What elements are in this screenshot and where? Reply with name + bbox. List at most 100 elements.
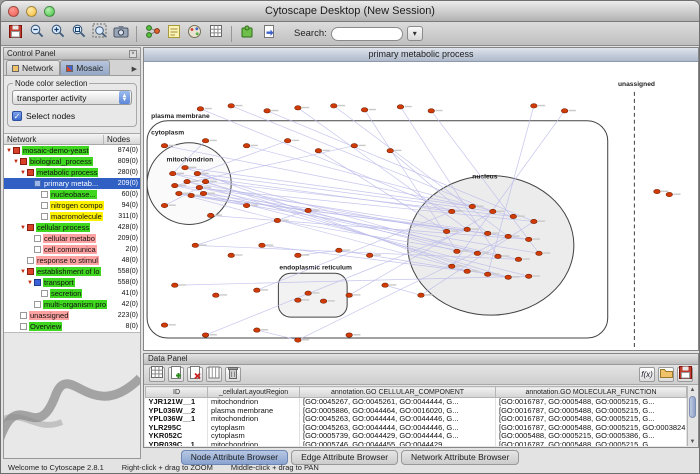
- graph-node[interactable]: [171, 183, 178, 187]
- graph-node[interactable]: [200, 191, 207, 195]
- search-config-button[interactable]: ▾: [407, 26, 423, 41]
- graph-node[interactable]: [448, 264, 455, 268]
- graph-node[interactable]: [525, 274, 532, 278]
- graph-node[interactable]: [197, 107, 204, 111]
- table-cell[interactable]: mitochondrion: [208, 398, 300, 407]
- clear-attribute-icon[interactable]: [206, 367, 222, 382]
- graph-node[interactable]: [184, 179, 191, 183]
- graph-node[interactable]: [243, 144, 250, 148]
- graph-node[interactable]: [531, 219, 538, 223]
- graph-node[interactable]: [169, 171, 176, 175]
- graph-node[interactable]: [182, 165, 189, 169]
- table-row[interactable]: YDR039C__1mitochondrion[GO:0005746, GO:0…: [146, 441, 687, 447]
- table-cell[interactable]: YJR121W__1: [146, 398, 208, 407]
- table-row[interactable]: YPL036W__2plasma membrane[GO:0005886, GO…: [146, 407, 687, 416]
- table-cell[interactable]: [GO:0005739, GO:0044429, GO:0044444, G..…: [300, 432, 496, 441]
- graph-node[interactable]: [295, 253, 302, 257]
- graph-node[interactable]: [254, 328, 261, 332]
- create-attribute-icon[interactable]: [168, 367, 184, 382]
- graph-node[interactable]: [418, 293, 425, 297]
- graph-node[interactable]: [484, 231, 491, 235]
- table-cell[interactable]: YKR052C: [146, 432, 208, 441]
- graph-node[interactable]: [454, 249, 461, 253]
- scroll-up-icon[interactable]: ▲: [688, 387, 697, 393]
- scrollbar-thumb[interactable]: [689, 396, 696, 418]
- tree-row[interactable]: primary metab...209(0): [4, 178, 140, 189]
- table-cell[interactable]: YPL036W__1: [146, 415, 208, 424]
- expand-arrow-icon[interactable]: ▼: [13, 159, 20, 165]
- tree-row[interactable]: ▼biological_process809(0): [4, 156, 140, 167]
- search-input[interactable]: [331, 27, 403, 41]
- graph-node[interactable]: [531, 104, 538, 108]
- graph-node[interactable]: [397, 105, 404, 109]
- zoom-out-button[interactable]: [27, 24, 46, 43]
- zoom-button[interactable]: [44, 6, 55, 17]
- graph-node[interactable]: [243, 203, 250, 207]
- graph-node[interactable]: [387, 149, 394, 153]
- table-row[interactable]: YPL036W__1mitochondrion[GO:0045263, GO:0…: [146, 415, 687, 424]
- graph-node[interactable]: [194, 171, 201, 175]
- graph-node[interactable]: [207, 213, 214, 217]
- tab-mosaic[interactable]: Mosaic: [60, 60, 110, 75]
- graph-node[interactable]: [382, 283, 389, 287]
- table-cell[interactable]: YLR295C: [146, 424, 208, 433]
- graph-node[interactable]: [474, 251, 481, 255]
- tree-row[interactable]: unassigned223(0): [4, 310, 140, 321]
- graph-node[interactable]: [305, 208, 312, 212]
- graph-node[interactable]: [666, 192, 673, 196]
- table-row[interactable]: YLR295Ccytoplasm[GO:0045263, GO:0044444,…: [146, 424, 687, 433]
- graph-node[interactable]: [295, 338, 302, 342]
- graph-edge[interactable]: [298, 108, 467, 230]
- graph-node[interactable]: [464, 269, 471, 273]
- expand-arrow-icon[interactable]: ▼: [6, 148, 13, 154]
- tree-row[interactable]: cellular metabo209(0): [4, 233, 140, 244]
- table-cell[interactable]: [GO:0045263, GO:0044444, GO:0044446, G..…: [300, 424, 496, 433]
- graph-node[interactable]: [361, 108, 368, 112]
- graph-node[interactable]: [484, 272, 491, 276]
- network-canvas[interactable]: plasma membranecytoplasmmitochondrionnuc…: [144, 62, 698, 350]
- table-cell[interactable]: YPL036W__2: [146, 407, 208, 416]
- graph-node[interactable]: [192, 243, 199, 247]
- tree-row[interactable]: Overview8(0): [4, 321, 140, 332]
- tree-row[interactable]: ▼metabolic process280(0): [4, 167, 140, 178]
- expand-arrow-icon[interactable]: ▼: [20, 225, 27, 231]
- graph-node[interactable]: [264, 109, 271, 113]
- table-row[interactable]: YKR052Ccytoplasm[GO:0005739, GO:0044429,…: [146, 432, 687, 441]
- expand-arrow-icon[interactable]: ▼: [20, 170, 27, 176]
- tree-col-nodes[interactable]: Nodes: [104, 135, 140, 144]
- expand-arrow-icon[interactable]: ▼: [20, 269, 27, 275]
- graph-node[interactable]: [515, 257, 522, 261]
- graph-node[interactable]: [228, 104, 235, 108]
- graph-node[interactable]: [510, 214, 517, 218]
- graph-node[interactable]: [561, 109, 568, 113]
- close-button[interactable]: [8, 6, 19, 17]
- open-table-icon[interactable]: [658, 367, 674, 382]
- graph-node[interactable]: [161, 144, 168, 148]
- col-id[interactable]: ID: [146, 387, 208, 398]
- table-cell[interactable]: [GO:0005746, GO:0044455, GO:0044429, ...: [300, 441, 496, 447]
- table-cell[interactable]: cytoplasm: [208, 432, 300, 441]
- tree-row[interactable]: multi-organism pro42(0): [4, 299, 140, 310]
- graph-node[interactable]: [331, 104, 338, 108]
- table-cell[interactable]: [GO:0016787, GO:0005488, GO:0005215, G..…: [496, 441, 687, 447]
- table-cell[interactable]: [GO:0045263, GO:0044444, GO:0044446, G..…: [300, 415, 496, 424]
- graph-node[interactable]: [254, 288, 261, 292]
- table-cell[interactable]: plasma membrane: [208, 407, 300, 416]
- zoom-fit-button[interactable]: [90, 24, 109, 43]
- plugins-button[interactable]: [238, 24, 257, 43]
- col-cellular-component[interactable]: annotation.GO CELLULAR_COMPONENT: [300, 387, 496, 398]
- table-row[interactable]: YJR121W__1mitochondrion[GO:0045267, GO:0…: [146, 398, 687, 407]
- graph-edge[interactable]: [385, 285, 421, 295]
- tree-row[interactable]: ▼establishment of lo558(0): [4, 266, 140, 277]
- table-cell[interactable]: cytoplasm: [208, 424, 300, 433]
- network-button[interactable]: [143, 24, 162, 43]
- graph-node[interactable]: [346, 333, 353, 337]
- graph-node[interactable]: [202, 179, 209, 183]
- select-attributes-icon[interactable]: [149, 367, 165, 382]
- tree-row[interactable]: cell communica2(0): [4, 244, 140, 255]
- graph-node[interactable]: [161, 203, 168, 207]
- graph-node[interactable]: [315, 149, 322, 153]
- snapshot-button[interactable]: [111, 24, 130, 43]
- table-cell[interactable]: [GO:0005488, GO:0005215, GO:0005386, G..…: [496, 432, 687, 441]
- graph-node[interactable]: [525, 237, 532, 241]
